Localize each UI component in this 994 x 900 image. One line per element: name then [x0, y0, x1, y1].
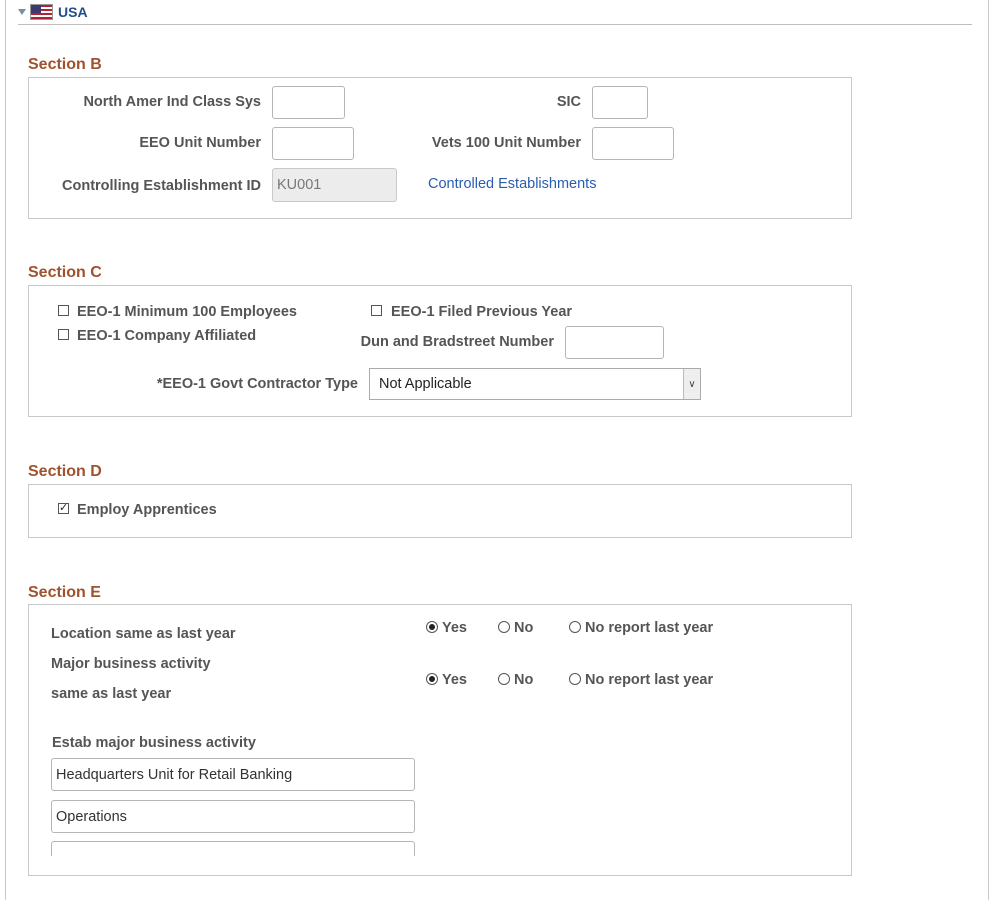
min-100-employees-label: EEO-1 Minimum 100 Employees: [77, 304, 297, 320]
location-yes-radio[interactable]: [426, 621, 438, 633]
naics-input[interactable]: [272, 86, 345, 119]
major-activity-label-line1: Major business activity: [51, 656, 211, 672]
govt-contractor-select[interactable]: Not Applicable ∨: [369, 368, 701, 400]
major-activity-label-line2: same as last year: [51, 686, 171, 702]
controlling-estab-input: [272, 168, 397, 202]
section-d-title: Section D: [28, 463, 102, 481]
estab-activity-line2-input[interactable]: [51, 800, 415, 833]
location-no-radio[interactable]: [498, 621, 510, 633]
govt-contractor-label: *EEO-1 Govt Contractor Type: [120, 376, 358, 392]
eeo-unit-label: EEO Unit Number: [60, 135, 261, 151]
eeo-unit-input[interactable]: [272, 127, 354, 160]
collapse-triangle-icon[interactable]: [18, 9, 26, 15]
major-activity-no-radio[interactable]: [498, 673, 510, 685]
section-c-title: Section C: [28, 264, 102, 282]
chevron-down-icon[interactable]: ∨: [683, 369, 700, 399]
location-same-label: Location same as last year: [51, 626, 236, 642]
duns-label: Dun and Bradstreet Number: [340, 334, 554, 350]
estab-activity-label: Estab major business activity: [52, 735, 256, 751]
vets-unit-input[interactable]: [592, 127, 674, 160]
us-flag-icon: [30, 4, 53, 20]
major-activity-yes-label: Yes: [442, 672, 467, 688]
location-yes-label: Yes: [442, 620, 467, 636]
section-e-title: Section E: [28, 584, 101, 602]
location-no-label: No: [514, 620, 533, 636]
filed-previous-year-checkbox[interactable]: [371, 305, 382, 316]
naics-label: North Amer Ind Class Sys: [60, 94, 261, 110]
section-b-title: Section B: [28, 56, 102, 74]
major-activity-yes-radio[interactable]: [426, 673, 438, 685]
sic-input[interactable]: [592, 86, 648, 119]
major-activity-no-report-label: No report last year: [585, 672, 713, 688]
country-collapse-header[interactable]: USA: [18, 2, 88, 22]
estab-activity-line1-input[interactable]: [51, 758, 415, 791]
major-activity-no-report-radio[interactable]: [569, 673, 581, 685]
company-affiliated-checkbox[interactable]: [58, 329, 69, 340]
govt-contractor-value: Not Applicable: [370, 376, 683, 392]
filed-previous-year-label: EEO-1 Filed Previous Year: [391, 304, 572, 320]
divider: [18, 24, 972, 25]
min-100-employees-checkbox[interactable]: [58, 305, 69, 316]
company-affiliated-label: EEO-1 Company Affiliated: [77, 328, 256, 344]
controlled-establishments-link[interactable]: Controlled Establishments: [428, 176, 596, 192]
controlling-estab-label: Controlling Establishment ID: [40, 178, 261, 194]
location-no-report-radio[interactable]: [569, 621, 581, 633]
duns-input[interactable]: [565, 326, 664, 359]
country-name[interactable]: USA: [58, 4, 88, 20]
major-activity-no-label: No: [514, 672, 533, 688]
sic-label: SIC: [500, 94, 581, 110]
estab-activity-line3-input[interactable]: [51, 841, 415, 856]
location-no-report-label: No report last year: [585, 620, 713, 636]
employ-apprentices-checkbox[interactable]: [58, 503, 69, 514]
employ-apprentices-label: Employ Apprentices: [77, 502, 217, 518]
vets-unit-label: Vets 100 Unit Number: [400, 135, 581, 151]
